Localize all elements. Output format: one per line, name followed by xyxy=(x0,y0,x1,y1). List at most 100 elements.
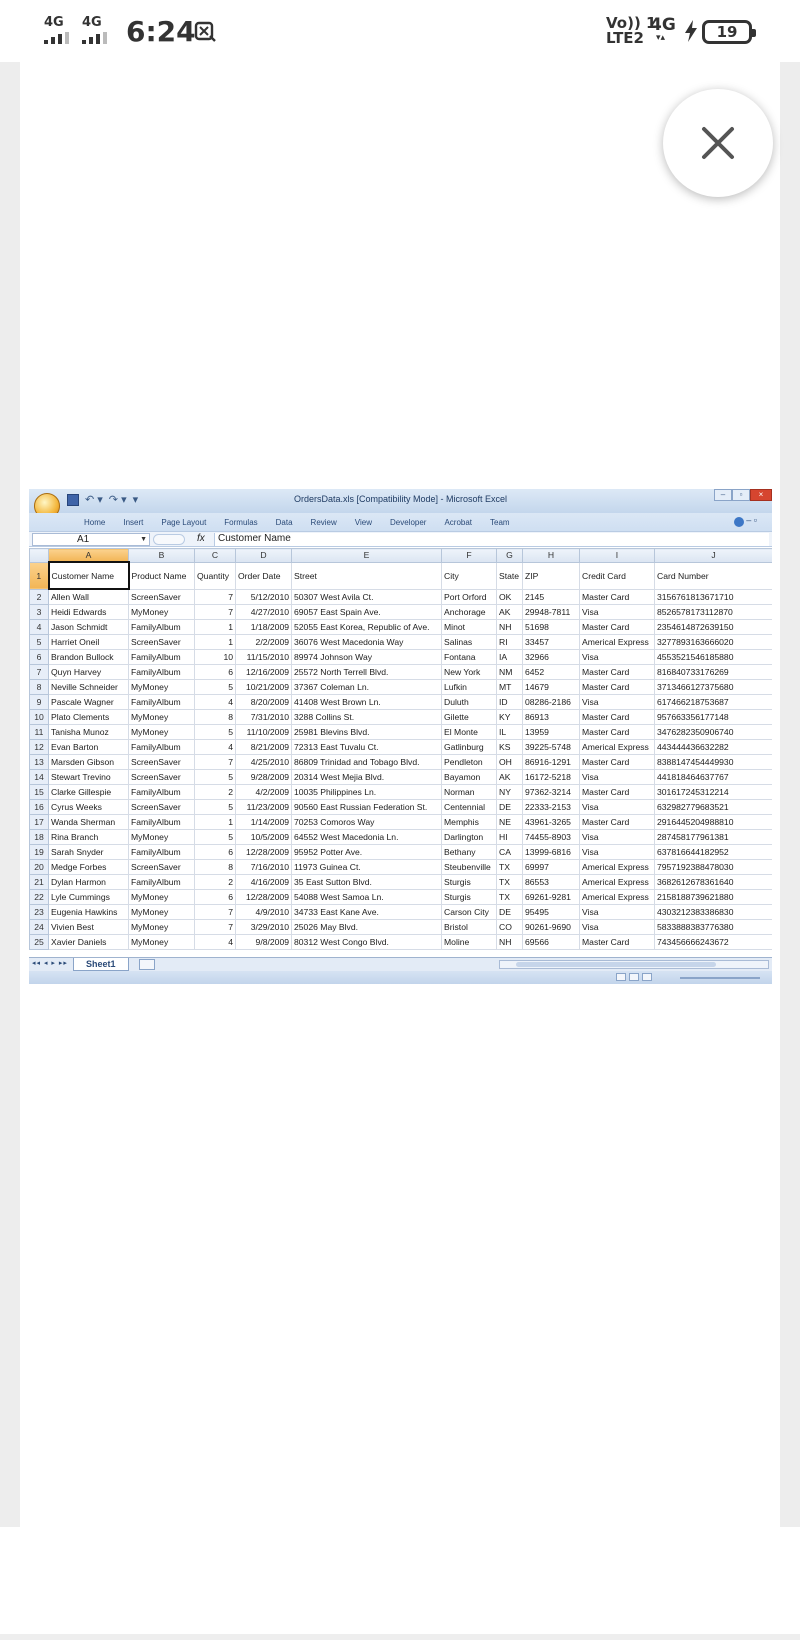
cell-product-name: FamilyAlbum xyxy=(128,814,195,830)
cell-card-number: 287458177961381 xyxy=(654,829,772,845)
column-header: D xyxy=(235,548,292,563)
table-row: 2 Allen Wall ScreenSaver 7 5/12/2010 50307 We… xyxy=(29,588,772,605)
cell-zip: 2145 xyxy=(522,588,580,605)
cell-street: 11973 Guinea Ct. xyxy=(291,859,442,875)
cell-customer-name: Dylan Harmon xyxy=(48,874,129,890)
header-cell-order-date: Order Date xyxy=(235,561,292,590)
cell-zip: 13999-6816 xyxy=(522,844,580,860)
charging-bolt-icon xyxy=(685,20,697,42)
horizontal-scrollbar xyxy=(499,960,769,969)
cell-card-number: 3156761813671710 xyxy=(654,588,772,605)
cell-zip: 22333-2153 xyxy=(522,799,580,815)
cell-card-number: 957663356177148 xyxy=(654,709,772,725)
cell-product-name: ScreenSaver xyxy=(128,754,195,770)
cell-order-date: 12/16/2009 xyxy=(235,664,292,680)
cell-product-name: ScreenSaver xyxy=(128,588,195,605)
cell-order-date: 3/29/2010 xyxy=(235,919,292,935)
cell-customer-name: Heidi Edwards xyxy=(48,604,129,620)
cell-quantity: 6 xyxy=(194,664,236,680)
cell-quantity: 7 xyxy=(194,919,236,935)
spreadsheet-grid: A B C D E F G H I J 1 Customer Name Prod… xyxy=(29,548,772,950)
cell-product-name: FamilyAlbum xyxy=(128,784,195,800)
row-number: 18 xyxy=(29,829,49,845)
cell-credit-card: Master Card xyxy=(579,709,655,725)
cell-quantity: 5 xyxy=(194,829,236,845)
row-number: 10 xyxy=(29,709,49,725)
cell-order-date: 7/31/2010 xyxy=(235,709,292,725)
excel-status-bar xyxy=(29,971,772,984)
table-row: 18 Rina Branch MyMoney 5 10/5/2009 64552 West… xyxy=(29,829,772,845)
table-row: 15 Clarke Gillespie FamilyAlbum 2 4/2/2009 10… xyxy=(29,784,772,800)
cell-quantity: 7 xyxy=(194,754,236,770)
cell-zip: 69261-9281 xyxy=(522,889,580,905)
cell-state: RI xyxy=(496,634,523,650)
cell-city: Norman xyxy=(441,784,497,800)
cell-state: TX xyxy=(496,874,523,890)
cell-customer-name: Cyrus Weeks xyxy=(48,799,129,815)
cell-card-number: 3713466127375680 xyxy=(654,679,772,695)
cell-credit-card: Visa xyxy=(579,649,655,665)
ribbon-minimize-icon: – ▫ xyxy=(746,515,757,525)
header-cell-quantity: Quantity xyxy=(194,561,236,590)
cell-city: Minot xyxy=(441,619,497,635)
ribbon-tabs: Home Insert Page Layout Formulas Data Re… xyxy=(29,513,772,531)
cell-customer-name: Vivien Best xyxy=(48,919,129,935)
sheet-tab-bar: ◂◂ ◂ ▸ ▸▸ Sheet1 xyxy=(29,957,772,971)
cell-customer-name: Xavier Daniels xyxy=(48,934,129,950)
cell-credit-card: Visa xyxy=(579,799,655,815)
name-box: A1 ▼ xyxy=(32,533,150,546)
cell-credit-card: Master Card xyxy=(579,754,655,770)
cell-credit-card: Americal Express xyxy=(579,874,655,890)
volte-line2: LTE2 xyxy=(606,29,644,47)
cell-street: 70253 Comoros Way xyxy=(291,814,442,830)
row-number: 4 xyxy=(29,619,49,635)
cell-state: KS xyxy=(496,739,523,755)
table-row: 22 Lyle Cummings MyMoney 6 12/28/2009 54088 W… xyxy=(29,889,772,905)
cell-city: Steubenville xyxy=(441,859,497,875)
column-header: H xyxy=(522,548,580,563)
sim2-signal-icon: 4G xyxy=(82,16,107,44)
left-edge-strip xyxy=(0,62,20,1527)
cell-order-date: 4/16/2009 xyxy=(235,874,292,890)
close-button[interactable] xyxy=(663,89,773,197)
status-bar: 4G 4G 6:24 Vo)) 1 LTE2 4G ▾▴ 19 xyxy=(0,0,800,62)
screenshot-notification-icon xyxy=(194,21,216,42)
volte-indicator: Vo)) 1 LTE2 xyxy=(606,16,656,46)
cell-order-date: 8/21/2009 xyxy=(235,739,292,755)
navigation-bar xyxy=(0,1634,800,1640)
cell-customer-name: Rina Branch xyxy=(48,829,129,845)
ribbon-tab-view: View xyxy=(354,517,372,527)
table-row: 23 Eugenia Hawkins MyMoney 7 4/9/2010 34733 E… xyxy=(29,904,772,920)
cell-street: 20314 West Mejia Blvd. xyxy=(291,769,442,785)
network-4g-icon: 4G ▾▴ xyxy=(650,15,676,43)
cell-order-date: 4/2/2009 xyxy=(235,784,292,800)
excel-title-bar: ↶ ▾ ↷ ▾ ▾ OrdersData.xls [Compatibility … xyxy=(29,489,772,519)
cell-city: Duluth xyxy=(441,694,497,710)
column-header: C xyxy=(194,548,236,563)
table-row: 16 Cyrus Weeks ScreenSaver 5 11/23/2009 90560… xyxy=(29,799,772,815)
cell-order-date: 12/28/2009 xyxy=(235,844,292,860)
cell-product-name: ScreenSaver xyxy=(128,634,195,650)
cell-city: El Monte xyxy=(441,724,497,740)
window-controls: – ▫ × xyxy=(714,489,772,501)
cell-card-number: 8388147454449930 xyxy=(654,754,772,770)
cell-state: TX xyxy=(496,889,523,905)
cell-street: 86809 Trinidad and Tobago Blvd. xyxy=(291,754,442,770)
ribbon-tab-data: Data xyxy=(275,517,293,527)
cell-customer-name: Plato Clements xyxy=(48,709,129,725)
row-number: 21 xyxy=(29,874,49,890)
cell-product-name: MyMoney xyxy=(128,889,195,905)
cell-state: OH xyxy=(496,754,523,770)
row-number: 19 xyxy=(29,844,49,860)
cell-quantity: 6 xyxy=(194,889,236,905)
cell-zip: 6452 xyxy=(522,664,580,680)
battery-icon: 19 xyxy=(702,20,756,44)
cell-street: 37367 Coleman Ln. xyxy=(291,679,442,695)
cell-street: 41408 West Brown Ln. xyxy=(291,694,442,710)
cell-product-name: FamilyAlbum xyxy=(128,739,195,755)
formula-value: Customer Name xyxy=(214,533,769,546)
cell-card-number: 2916445204988810 xyxy=(654,814,772,830)
cell-product-name: FamilyAlbum xyxy=(128,844,195,860)
row-number: 7 xyxy=(29,664,49,680)
row-number: 22 xyxy=(29,889,49,905)
